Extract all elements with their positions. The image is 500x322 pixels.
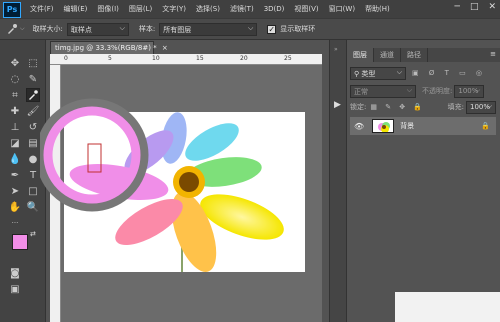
kind-label: 类型 xyxy=(361,69,376,78)
menu-bar: Ps 文件(F) 编辑(E) 图像(I) 图层(L) 文字(Y) 选择(S) 滤… xyxy=(0,0,500,18)
menu-edit[interactable]: 编辑(E) xyxy=(59,4,93,14)
sample-label: 样本: xyxy=(138,25,156,33)
menu-file[interactable]: 文件(F) xyxy=(25,4,59,14)
menu-select[interactable]: 选择(S) xyxy=(191,4,225,14)
more-tools-icon[interactable]: ··· xyxy=(8,216,22,230)
opacity-label: 不透明度: xyxy=(422,87,453,95)
blur-tool-icon[interactable]: 💧 xyxy=(8,152,22,166)
sample-select[interactable]: 所有图层 xyxy=(159,22,258,36)
panel-menu-icon[interactable]: ≡ xyxy=(486,48,500,62)
healing-brush-tool-icon[interactable]: ✚ xyxy=(8,104,22,118)
panel-tabs: 图层 通道 路径 ≡ xyxy=(347,48,500,62)
marquee-tool-icon[interactable]: ⬚ xyxy=(26,56,40,70)
layer-lock-icon: 🔒 xyxy=(481,122,490,130)
menu-image[interactable]: 图像(I) xyxy=(92,4,124,14)
pen-tool-icon[interactable]: ✒ xyxy=(8,168,22,182)
crop-tool-icon[interactable]: ⌗ xyxy=(8,88,22,102)
lock-icons[interactable]: ▦ ✎ ✥ 🔒 xyxy=(370,103,425,111)
eyedropper-sample-ring xyxy=(40,98,149,212)
app-logo: Ps xyxy=(3,1,21,18)
fill-input[interactable]: 100% xyxy=(466,100,496,114)
brush-tool-icon[interactable]: 🖌 xyxy=(26,104,40,118)
ruler-mark: 5 xyxy=(108,55,112,62)
blend-row: 正常 不透明度: 100% xyxy=(350,84,496,98)
tab-paths[interactable]: 路径 xyxy=(401,48,428,62)
ruler-horizontal: 0 5 10 15 20 25 xyxy=(50,54,322,65)
document-tab[interactable]: timg.jpg @ 33.3%(RGB/8#) * × xyxy=(50,41,168,54)
menu-3d[interactable]: 3D(D) xyxy=(259,5,290,13)
screen-mode-icon[interactable]: ▣ xyxy=(8,282,22,296)
document-title: timg.jpg @ 33.3%(RGB/8#) * xyxy=(55,44,157,52)
shape-tool-icon[interactable]: □ xyxy=(26,184,40,198)
panel-dock-strip: » ▶ xyxy=(329,40,347,322)
kind-filter-select[interactable]: ⚲ 类型 xyxy=(350,66,406,80)
tab-layers[interactable]: 图层 xyxy=(347,48,374,62)
lock-row: 锁定: ▦ ✎ ✥ 🔒 填充: 100% xyxy=(350,100,496,114)
options-bar: ⌵ 取样大小: 取样点 样本: 所有图层 ✓ 显示取样环 xyxy=(0,18,500,40)
opacity-input[interactable]: 100% xyxy=(454,84,485,98)
layer-thumbnail xyxy=(372,119,395,133)
window-controls: ─ □ ✕ xyxy=(455,2,496,12)
layers-panel xyxy=(347,40,500,322)
path-select-tool-icon[interactable]: ➤ xyxy=(8,184,22,198)
ruler-mark: 0 xyxy=(64,55,68,62)
ruler-mark: 20 xyxy=(240,55,248,62)
ruler-mark: 25 xyxy=(284,55,292,62)
show-ring-label: 显示取样环 xyxy=(280,25,316,33)
layer-name: 背景 xyxy=(400,122,415,130)
history-brush-tool-icon[interactable]: ↺ xyxy=(26,120,40,134)
collapse-icon[interactable]: » xyxy=(334,46,338,53)
document-close-icon[interactable]: × xyxy=(162,44,168,52)
foreground-color-swatch[interactable] xyxy=(12,234,28,250)
tab-channels[interactable]: 通道 xyxy=(374,48,401,62)
menu-window[interactable]: 窗口(W) xyxy=(324,4,360,14)
type-tool-icon[interactable]: T xyxy=(26,168,40,182)
fill-label: 填充: xyxy=(447,103,464,111)
blend-mode-select[interactable]: 正常 xyxy=(350,84,416,98)
ruler-mark: 10 xyxy=(152,55,160,62)
layer-row[interactable]: 👁 背景 🔒 xyxy=(350,117,496,135)
maximize-button[interactable]: □ xyxy=(470,2,479,12)
swap-colors-icon[interactable]: ⇄ xyxy=(30,230,36,238)
eyedropper-tool-icon[interactable] xyxy=(26,88,40,102)
eyedropper-preset-icon[interactable] xyxy=(4,21,20,37)
play-actions-icon[interactable]: ▶ xyxy=(334,100,341,110)
quick-mask-icon[interactable]: ◙ xyxy=(8,266,22,280)
menu-filter[interactable]: 滤镜(T) xyxy=(225,4,259,14)
sample-size-select[interactable]: 取样点 xyxy=(66,22,129,36)
kind-filter-row: ⚲ 类型 ▣ Ø T ▭ ◎ xyxy=(350,66,496,80)
close-button[interactable]: ✕ xyxy=(488,2,496,12)
hand-tool-icon[interactable]: ✋ xyxy=(8,200,22,214)
ruler-mark: 15 xyxy=(196,55,204,62)
menu-help[interactable]: 帮助(H) xyxy=(360,4,395,14)
menu-view[interactable]: 视图(V) xyxy=(289,4,323,14)
sample-size-label: 取样大小: xyxy=(32,25,63,33)
dodge-tool-icon[interactable]: ● xyxy=(26,152,40,166)
eraser-tool-icon[interactable]: ◪ xyxy=(8,136,22,150)
menu-layer[interactable]: 图层(L) xyxy=(124,4,157,14)
clone-stamp-tool-icon[interactable]: ⊥ xyxy=(8,120,22,134)
move-tool-icon[interactable]: ✥ xyxy=(8,56,22,70)
preset-dropdown-icon[interactable]: ⌵ xyxy=(20,25,25,33)
gradient-tool-icon[interactable]: ▤ xyxy=(26,136,40,150)
menu-type[interactable]: 文字(Y) xyxy=(157,4,191,14)
desktop-corner xyxy=(395,292,500,322)
visibility-eye-icon[interactable]: 👁 xyxy=(354,122,364,131)
lock-label: 锁定: xyxy=(350,103,367,111)
lasso-tool-icon[interactable]: ◌ xyxy=(8,72,22,86)
zoom-tool-icon[interactable]: 🔍 xyxy=(26,200,40,214)
minimize-button[interactable]: ─ xyxy=(455,2,460,12)
quick-select-tool-icon[interactable]: ✎ xyxy=(26,72,40,86)
filter-icons[interactable]: ▣ Ø T ▭ ◎ xyxy=(412,69,486,77)
show-ring-checkbox[interactable]: ✓ xyxy=(267,24,277,34)
